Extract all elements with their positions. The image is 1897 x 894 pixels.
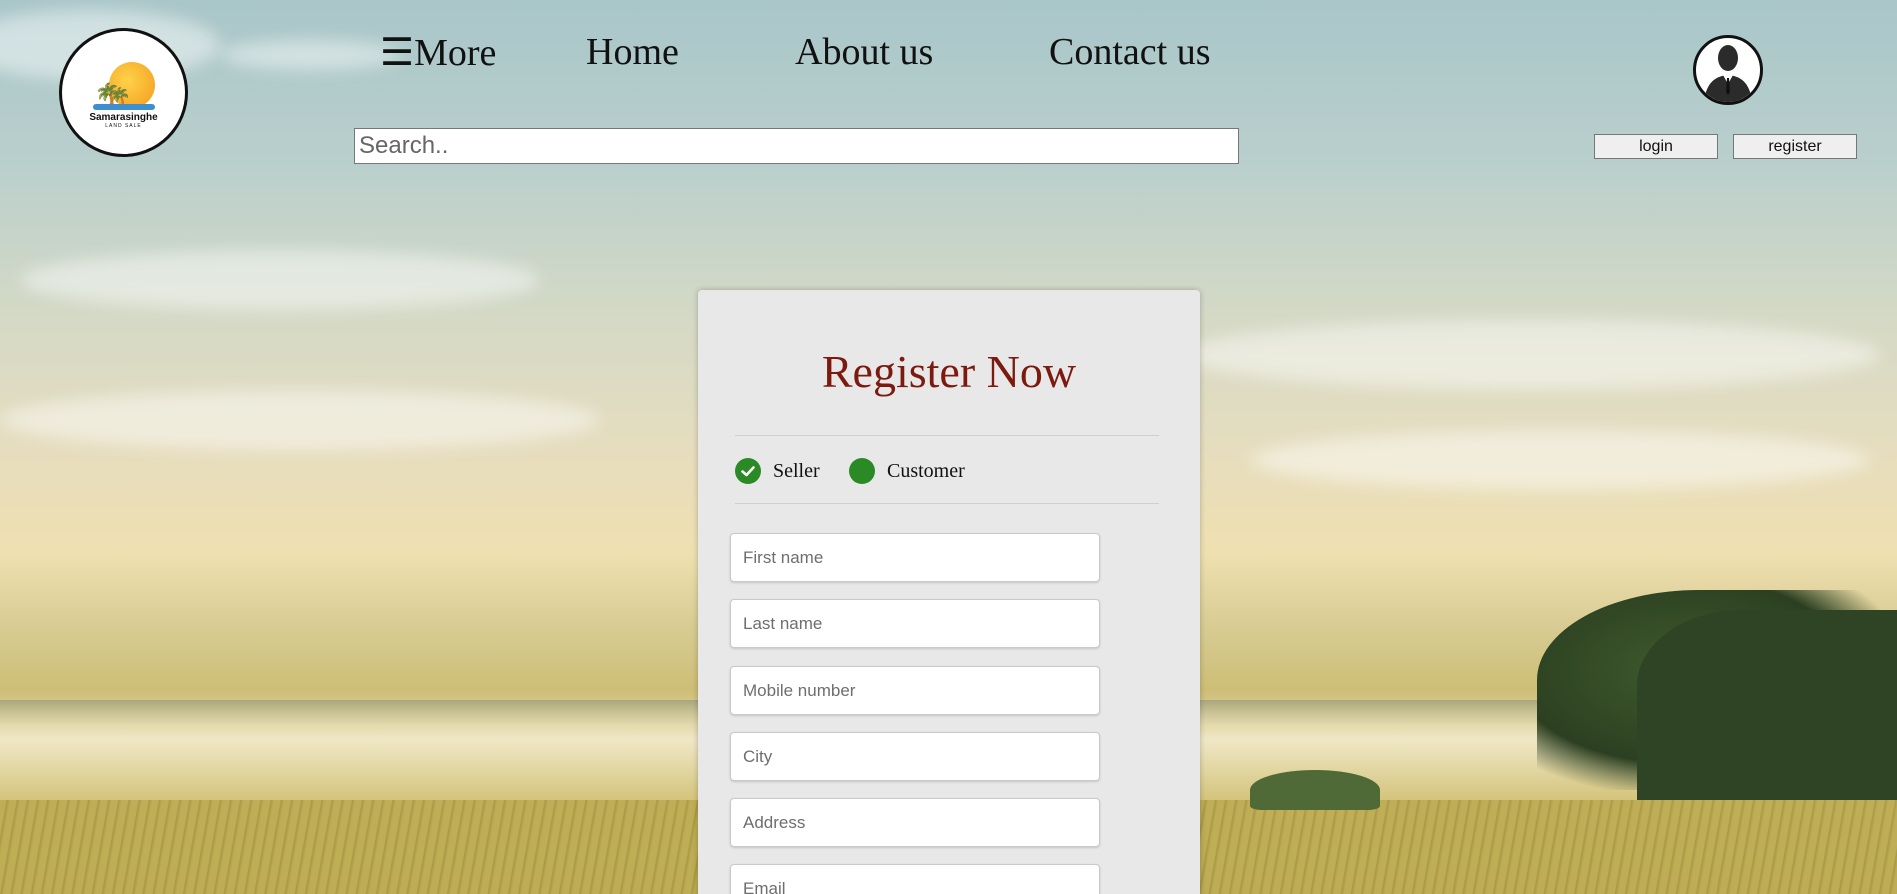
user-avatar-icon[interactable]: [1693, 35, 1763, 105]
first-name-field[interactable]: [730, 533, 1100, 582]
nav-contact-link[interactable]: Contact us: [1049, 30, 1210, 74]
login-button[interactable]: login: [1594, 134, 1718, 159]
divider: [735, 435, 1159, 436]
page: 🌴 🌴 Samarasinghe LAND SALE ☰More Home Ab…: [0, 0, 1897, 894]
mobile-number-field[interactable]: [730, 666, 1100, 715]
register-button[interactable]: register: [1733, 134, 1857, 159]
logo-tagline: LAND SALE: [105, 123, 142, 129]
role-seller-label: Seller: [773, 459, 820, 482]
background-bush: [1250, 770, 1380, 810]
radio-dot-icon[interactable]: [849, 458, 875, 484]
register-title: Register Now: [821, 346, 1077, 397]
email-field[interactable]: [730, 864, 1100, 894]
nav-home-link[interactable]: Home: [586, 30, 679, 74]
role-seller-option[interactable]: Seller: [735, 458, 820, 484]
site-logo[interactable]: 🌴 🌴 Samarasinghe LAND SALE: [59, 28, 188, 157]
search-input[interactable]: [354, 128, 1239, 164]
role-customer-option[interactable]: Customer: [849, 458, 965, 484]
background-cloud: [0, 390, 600, 450]
background-cloud: [220, 40, 400, 70]
nav-about-link[interactable]: About us: [795, 30, 933, 74]
nav-more-menu[interactable]: ☰More: [380, 30, 496, 75]
address-field[interactable]: [730, 798, 1100, 847]
city-field[interactable]: [730, 732, 1100, 781]
role-customer-label: Customer: [887, 459, 965, 482]
background-cloud: [1180, 320, 1880, 390]
register-card: Register Now Seller Customer: [698, 290, 1200, 894]
background-cloud: [20, 250, 540, 310]
palm-sunset-icon: 🌴 🌴: [91, 62, 157, 110]
check-icon[interactable]: [735, 458, 761, 484]
last-name-field[interactable]: [730, 599, 1100, 648]
background-forest: [1637, 610, 1897, 800]
logo-name: Samarasinghe: [89, 112, 158, 123]
divider: [735, 503, 1159, 504]
background-cloud: [1250, 430, 1870, 490]
